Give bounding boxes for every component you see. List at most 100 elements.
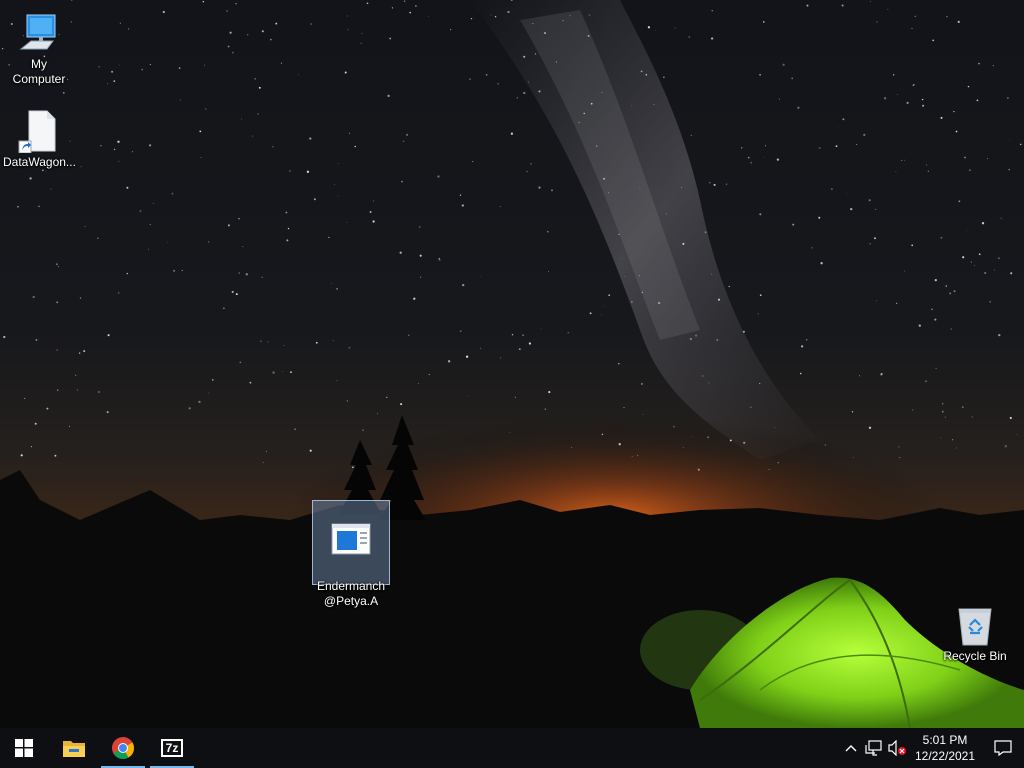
star	[235, 3, 237, 5]
star	[925, 380, 927, 382]
star	[1010, 272, 1013, 275]
star	[953, 110, 955, 113]
star	[294, 428, 296, 431]
star	[567, 332, 569, 334]
star	[227, 45, 230, 48]
star	[348, 346, 351, 349]
star	[413, 297, 416, 300]
desktop-icon-recycle-bin[interactable]: Recycle Bin	[936, 600, 1014, 668]
star	[131, 150, 134, 153]
star	[149, 63, 151, 66]
star	[511, 333, 514, 336]
star	[763, 156, 765, 158]
star	[903, 270, 906, 272]
star	[1008, 138, 1010, 140]
star	[173, 269, 176, 272]
star	[417, 382, 419, 385]
star	[887, 8, 889, 10]
star	[940, 116, 943, 119]
star	[595, 145, 598, 147]
star	[528, 342, 532, 345]
clock[interactable]: 5:01 PM 12/22/2021	[908, 728, 982, 768]
star	[523, 55, 526, 58]
star	[254, 78, 256, 80]
star	[941, 410, 944, 413]
star	[914, 15, 916, 17]
star	[759, 213, 762, 216]
star	[313, 198, 316, 201]
star	[956, 447, 957, 449]
star	[710, 37, 714, 40]
star	[346, 222, 348, 223]
star	[974, 264, 976, 266]
star	[354, 145, 356, 148]
network-icon	[865, 740, 882, 756]
desktop-icon-endermanch-petya[interactable]: Endermanch @Petya.A	[312, 500, 390, 608]
star	[466, 396, 468, 397]
star	[336, 379, 338, 382]
star	[791, 77, 794, 80]
taskbar-file-explorer[interactable]	[50, 728, 98, 768]
star	[275, 22, 278, 25]
star	[328, 236, 330, 239]
star	[510, 132, 514, 135]
star	[331, 283, 332, 285]
star	[945, 285, 947, 287]
star	[287, 227, 290, 230]
star	[107, 334, 110, 337]
star	[202, 0, 205, 3]
7zip-icon: 7z	[161, 739, 183, 757]
start-button[interactable]	[0, 728, 48, 768]
star	[309, 137, 312, 140]
star	[994, 269, 996, 271]
taskbar: 7z 5:01 PM 12/22/2021	[0, 728, 1024, 768]
star	[310, 23, 312, 25]
star	[437, 175, 440, 178]
star	[352, 466, 354, 469]
star	[806, 4, 809, 7]
star	[631, 105, 633, 107]
star	[674, 27, 676, 29]
star	[83, 350, 86, 353]
star	[499, 357, 502, 359]
star	[665, 213, 668, 215]
windows-logo-icon	[15, 739, 33, 757]
star	[32, 295, 35, 299]
network-button[interactable]	[862, 728, 886, 768]
star	[562, 19, 564, 22]
star	[499, 206, 501, 207]
star	[97, 237, 99, 239]
star	[837, 126, 839, 128]
star	[603, 177, 606, 180]
star	[272, 371, 275, 374]
star	[538, 186, 541, 189]
desktop-icon-datawagon[interactable]: DataWagon...	[0, 106, 78, 174]
star	[346, 400, 348, 402]
star	[245, 273, 248, 276]
star	[419, 226, 421, 228]
desktop-icon-my-computer[interactable]: My Computer	[0, 8, 78, 91]
star	[56, 349, 58, 351]
star	[34, 422, 37, 425]
star	[543, 32, 547, 35]
volume-button[interactable]	[886, 728, 908, 768]
star	[747, 156, 750, 159]
star	[387, 94, 390, 98]
star	[569, 15, 571, 17]
show-hidden-icons-button[interactable]	[840, 728, 862, 768]
star	[935, 367, 937, 369]
star	[258, 86, 261, 89]
star	[100, 145, 102, 147]
7zip-icon-text: 7z	[165, 741, 179, 755]
taskbar-chrome[interactable]	[99, 728, 147, 768]
star	[759, 382, 761, 385]
star	[1019, 143, 1022, 146]
star	[439, 259, 441, 261]
star	[280, 62, 282, 64]
star	[401, 180, 403, 183]
star	[955, 130, 958, 133]
star	[534, 53, 537, 55]
star	[336, 287, 339, 290]
action-center-button[interactable]	[982, 728, 1024, 768]
taskbar-7zip[interactable]: 7z	[148, 728, 196, 768]
